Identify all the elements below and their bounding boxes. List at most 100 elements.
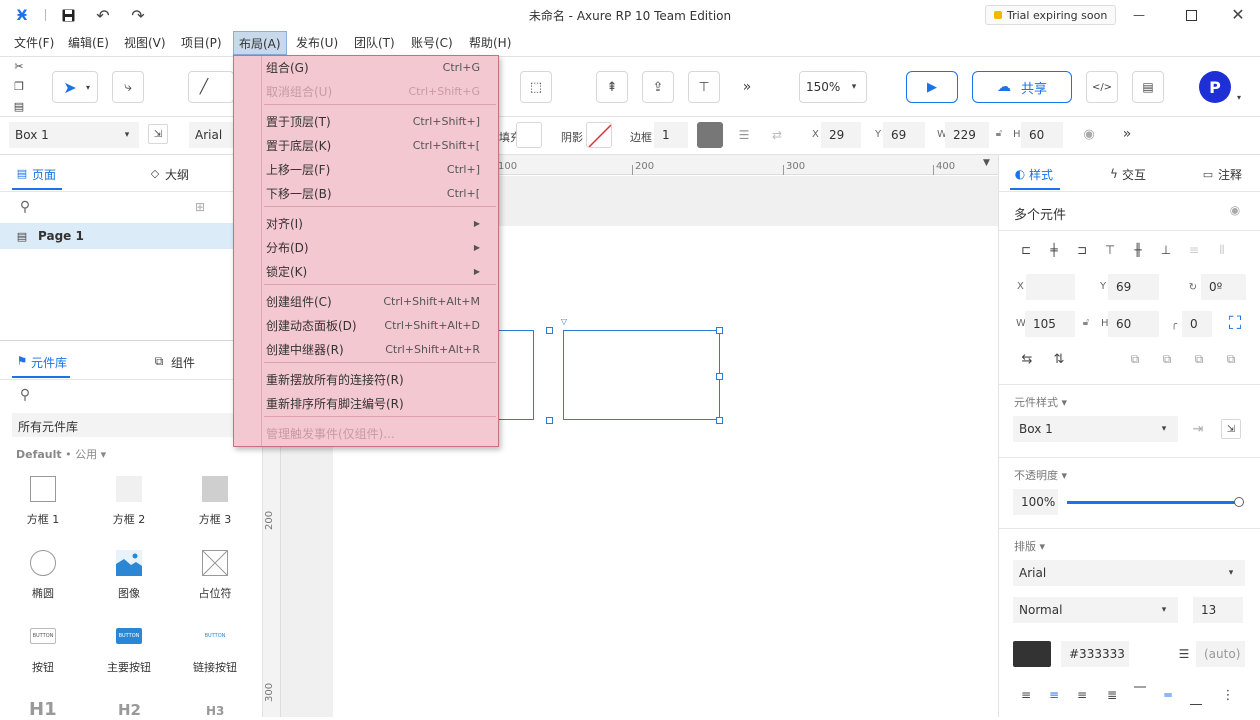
text-color-swatch[interactable]: [1013, 641, 1051, 667]
menu-view[interactable]: 视图(V): [124, 34, 166, 51]
border-width-input[interactable]: 1: [654, 122, 688, 148]
tab-library[interactable]: 元件库: [31, 354, 67, 371]
h-input[interactable]: 60: [1021, 122, 1063, 148]
x-field[interactable]: [1026, 274, 1075, 300]
layout-menu-item[interactable]: 置于底层(K) Ctrl+Shift+[: [266, 134, 480, 156]
tab-notes[interactable]: 注释: [1218, 166, 1242, 183]
widget-style-select[interactable]: Box 1 ▾: [1013, 416, 1178, 442]
box1-widget[interactable]: [30, 476, 56, 502]
menu-account[interactable]: 账号(C): [411, 34, 453, 51]
image-widget[interactable]: [116, 550, 142, 576]
primary-button-widget[interactable]: BUTTON: [116, 628, 142, 644]
chevron-down-icon[interactable]: ▾: [1234, 92, 1244, 102]
distribute-horizontal-icon[interactable]: ≡: [1186, 242, 1202, 258]
layout-menu-item[interactable]: 重新排序所有脚注编号(R): [266, 392, 480, 414]
arrow-style-icon[interactable]: ⇄: [768, 126, 786, 144]
save-icon[interactable]: [60, 7, 76, 23]
eye-icon[interactable]: ◉: [1226, 202, 1244, 218]
cut-icon[interactable]: ✂: [12, 59, 26, 73]
tab-outline[interactable]: 大纲: [165, 166, 189, 183]
layout-menu-item[interactable]: 分布(D) ▶: [266, 236, 480, 258]
font-select[interactable]: Arial: [189, 122, 233, 148]
more-props-icon[interactable]: »: [1118, 126, 1136, 142]
button-widget[interactable]: BUTTON: [30, 628, 56, 644]
undo-icon[interactable]: ↶: [95, 6, 111, 25]
menu-project[interactable]: 项目(P): [181, 34, 222, 51]
align-right-icon[interactable]: ⊐: [1074, 242, 1090, 258]
point-edit-button[interactable]: ⬚: [520, 71, 552, 103]
shadow-swatch[interactable]: [586, 122, 612, 148]
menu-team[interactable]: 团队(T): [354, 34, 395, 51]
widget-select[interactable]: Box 1 ▾: [9, 122, 139, 148]
layout-menu-item[interactable]: 上移一层(F) Ctrl+]: [266, 158, 480, 180]
align-middle-icon[interactable]: ╫: [1130, 242, 1146, 258]
w-field[interactable]: 105: [1025, 311, 1075, 337]
menu-publish[interactable]: 发布(U): [296, 34, 338, 51]
selected-box-2[interactable]: [563, 330, 720, 420]
font-size-field[interactable]: 13: [1193, 597, 1243, 623]
left-panel-splitter[interactable]: [0, 340, 262, 341]
box2-widget[interactable]: [116, 476, 142, 502]
align-left-icon[interactable]: ⊏: [1018, 242, 1034, 258]
menu-file[interactable]: 文件(F): [14, 34, 54, 51]
align-button[interactable]: ⊤: [688, 71, 720, 103]
y-input[interactable]: 69: [883, 122, 925, 148]
rotation-field[interactable]: 0º: [1201, 274, 1246, 300]
layout-menu-item[interactable]: 下移一层(B) Ctrl+[: [266, 182, 480, 204]
text-align-center-icon[interactable]: ≡: [1046, 687, 1062, 703]
fill-swatch[interactable]: [516, 122, 542, 148]
opacity-slider[interactable]: [1067, 497, 1244, 507]
link-button-widget[interactable]: BUTTON: [202, 628, 228, 644]
w-input[interactable]: 229: [945, 122, 989, 148]
search-icon[interactable]: ⚲: [17, 387, 33, 403]
border-style-icon[interactable]: ☰: [735, 126, 753, 144]
line-tool-button[interactable]: ╱: [188, 71, 234, 103]
copy-icon[interactable]: ❐: [12, 79, 26, 93]
edit-style-button[interactable]: ⇲: [1221, 419, 1241, 439]
layout-menu-item[interactable]: 锁定(K) ▶: [266, 260, 480, 282]
resize-handle[interactable]: [546, 417, 553, 424]
y-field[interactable]: 69: [1108, 274, 1159, 300]
library-select[interactable]: 所有元件库: [12, 413, 252, 437]
layout-menu-item[interactable]: 组合(G) Ctrl+G: [266, 56, 480, 78]
bring-front-button[interactable]: ⇞: [596, 71, 628, 103]
valign-bottom-icon[interactable]: ⎽: [1188, 690, 1204, 706]
minimize-icon[interactable]: —: [1132, 8, 1146, 22]
x-input[interactable]: 29: [821, 122, 861, 148]
avatar[interactable]: P: [1199, 71, 1231, 103]
intersect-icon[interactable]: ⧉: [1190, 351, 1208, 367]
document-button[interactable]: ▤: [1132, 71, 1164, 103]
text-align-left-icon[interactable]: ≡: [1018, 687, 1034, 703]
page-tree-item[interactable]: ▤ Page 1: [0, 223, 262, 249]
maximize-icon[interactable]: [1184, 8, 1198, 22]
layout-menu-item[interactable]: 置于顶层(T) Ctrl+Shift+]: [266, 110, 480, 132]
redo-icon[interactable]: ↷: [130, 6, 146, 25]
ellipse-widget[interactable]: [30, 550, 56, 576]
menu-layout[interactable]: 布局(A): [233, 31, 287, 55]
font-weight-select[interactable]: Normal ▾: [1013, 597, 1178, 623]
canvas-menu-icon[interactable]: ▼: [983, 158, 990, 168]
layout-menu-item[interactable]: 重新摆放所有的连接符(R): [266, 368, 480, 390]
placeholder-widget[interactable]: [201, 549, 229, 577]
resize-handle[interactable]: [716, 417, 723, 424]
line-height-field[interactable]: (auto): [1196, 641, 1245, 667]
search-icon[interactable]: ⚲: [17, 199, 33, 215]
select-mode-button[interactable]: ➤ ▾: [52, 71, 98, 103]
text-color-field[interactable]: #333333: [1061, 641, 1129, 667]
send-back-button[interactable]: ⇪: [642, 71, 674, 103]
trial-badge[interactable]: Trial expiring soon: [985, 5, 1117, 25]
text-justify-icon[interactable]: ≣: [1104, 687, 1120, 703]
opacity-field[interactable]: 100%: [1013, 489, 1058, 515]
valign-middle-icon[interactable]: ═: [1160, 687, 1176, 703]
menu-edit[interactable]: 编辑(E): [68, 34, 109, 51]
align-bottom-icon[interactable]: ⊥: [1158, 242, 1174, 258]
font-family-select[interactable]: Arial ▾: [1013, 560, 1245, 586]
resize-handle[interactable]: [716, 327, 723, 334]
border-color-swatch[interactable]: [697, 122, 723, 148]
tab-pages[interactable]: 页面: [32, 166, 56, 183]
style-handle-icon[interactable]: ▽: [559, 316, 569, 326]
code-button[interactable]: </>: [1086, 71, 1118, 103]
layout-menu-item[interactable]: 创建组件(C) Ctrl+Shift+Alt+M: [266, 290, 480, 312]
lock-icon[interactable]: 🔓︎: [1080, 315, 1092, 329]
align-center-icon[interactable]: ╪: [1046, 242, 1062, 258]
